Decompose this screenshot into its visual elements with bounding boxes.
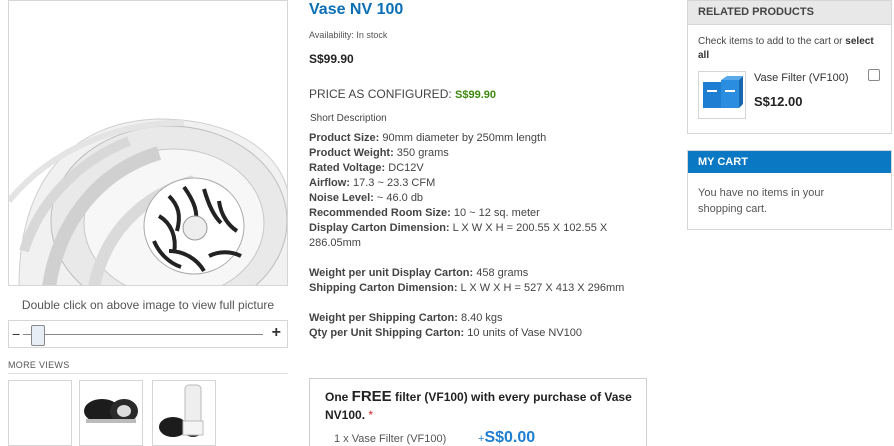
spec-row: Qty per Unit Shipping Carton: 10 units o… — [309, 326, 644, 341]
product-main-image[interactable] — [8, 0, 288, 286]
spec-label: Rated Voltage: — [309, 162, 386, 174]
free-filter-offer: One FREE filter (VF100) with every purch… — [309, 378, 647, 446]
spec-label: Weight per unit Display Carton: — [309, 267, 474, 279]
thumbnail-2[interactable] — [79, 380, 143, 446]
spec-label: Shipping Carton Dimension: — [309, 282, 458, 294]
my-cart-block: MY CART You have no items in your shoppi… — [687, 150, 892, 230]
spec-value: ~ 46.0 db — [373, 192, 424, 204]
offer-price-value: S$0.00 — [484, 429, 536, 446]
more-views-title: MORE VIEWS — [8, 360, 70, 370]
spec-label: Airflow: — [309, 177, 350, 189]
related-hint-text: Check items to add to the cart or — [698, 36, 846, 47]
cart-empty-message: You have no items in your shopping cart. — [698, 187, 825, 215]
spec-row: Shipping Carton Dimension: L X W X H = 5… — [309, 281, 644, 296]
related-hint: Check items to add to the cart or select… — [698, 35, 883, 63]
zoom-slider[interactable]: − + — [8, 320, 288, 348]
short-description: Product Size: 90mm diameter by 250mm len… — [309, 131, 644, 341]
spec-row: Product Weight: 350 grams — [309, 146, 644, 161]
related-product-price: S$12.00 — [754, 94, 803, 109]
product-title: Vase NV 100 — [309, 1, 404, 18]
spec-label: Qty per Unit Shipping Carton: — [309, 327, 465, 339]
spec-value: 8.40 kgs — [457, 312, 503, 324]
thumbnail-3[interactable] — [152, 380, 216, 446]
thumbnail-3-image — [159, 384, 204, 437]
spec-row: Weight per Shipping Carton: 8.40 kgs — [309, 311, 644, 326]
thumbnail-2-image — [84, 399, 138, 423]
configured-price-label: PRICE AS CONFIGURED: — [309, 87, 452, 101]
offer-item-price: +S$0.00 — [478, 429, 535, 446]
my-cart-title: MY CART — [688, 151, 891, 173]
vase-fan-illustration — [9, 1, 287, 285]
configured-price-value: S$99.90 — [455, 89, 497, 101]
spec-value: 90mm diameter by 250mm length — [379, 132, 547, 144]
zoom-in-button[interactable]: + — [272, 325, 281, 341]
spec-row: Airflow: 17.3 ~ 23.3 CFM — [309, 176, 644, 191]
spec-row: Display Carton Dimension: L X W X H = 20… — [309, 221, 644, 251]
availability-status: Availability: In stock — [309, 30, 388, 40]
related-product-name[interactable]: Vase Filter (VF100) — [754, 72, 849, 84]
spec-value: 458 grams — [473, 267, 529, 279]
thumbnail-1[interactable] — [8, 380, 72, 446]
spec-row: Rated Voltage: DC12V — [309, 161, 644, 176]
related-products-block: RELATED PRODUCTS Check items to add to t… — [687, 0, 892, 134]
spec-label: Weight per Shipping Carton: — [309, 312, 458, 324]
spec-value: L X W X H = 527 X 413 X 296mm — [457, 282, 625, 294]
offer-item-label: 1 x Vase Filter (VF100) — [334, 433, 447, 445]
spec-label: Noise Level: — [309, 192, 374, 204]
spec-row: Recommended Room Size: 10 ~ 12 sq. meter — [309, 206, 644, 221]
offer-title: One FREE filter (VF100) with every purch… — [325, 388, 635, 424]
spec-value: 350 grams — [393, 147, 449, 159]
zoom-out-button[interactable]: − — [12, 327, 22, 341]
spec-value: 10 units of Vase NV100 — [464, 327, 583, 339]
spec-label: Recommended Room Size: — [309, 207, 451, 219]
offer-free-word: FREE — [351, 388, 392, 405]
required-mark: * — [365, 408, 374, 422]
spec-row: Weight per unit Display Carton: 458 gram… — [309, 266, 644, 281]
short-description-title: Short Description — [310, 113, 387, 124]
zoom-handle[interactable] — [31, 325, 45, 346]
spec-label: Product Size: — [309, 132, 380, 144]
spec-value: DC12V — [385, 162, 424, 174]
spec-value: 10 ~ 12 sq. meter — [450, 207, 540, 219]
spec-label: Display Carton Dimension: — [309, 222, 450, 234]
related-product-checkbox[interactable] — [868, 69, 880, 81]
price-as-configured: PRICE AS CONFIGURED: S$99.90 — [309, 87, 496, 101]
spec-label: Product Weight: — [309, 147, 394, 159]
product-price: S$99.90 — [309, 52, 354, 66]
filter-box-image — [703, 76, 743, 108]
spec-row: Product Size: 90mm diameter by 250mm len… — [309, 131, 644, 146]
zoom-hint-text: Double click on above image to view full… — [21, 298, 275, 312]
zoom-track[interactable] — [23, 334, 263, 335]
spec-row: Noise Level: ~ 46.0 db — [309, 191, 644, 206]
divider — [8, 373, 288, 374]
related-products-title: RELATED PRODUCTS — [688, 1, 891, 25]
spec-value: 17.3 ~ 23.3 CFM — [349, 177, 436, 189]
offer-title-pre: One — [325, 390, 352, 404]
related-product-thumbnail[interactable] — [698, 71, 746, 119]
